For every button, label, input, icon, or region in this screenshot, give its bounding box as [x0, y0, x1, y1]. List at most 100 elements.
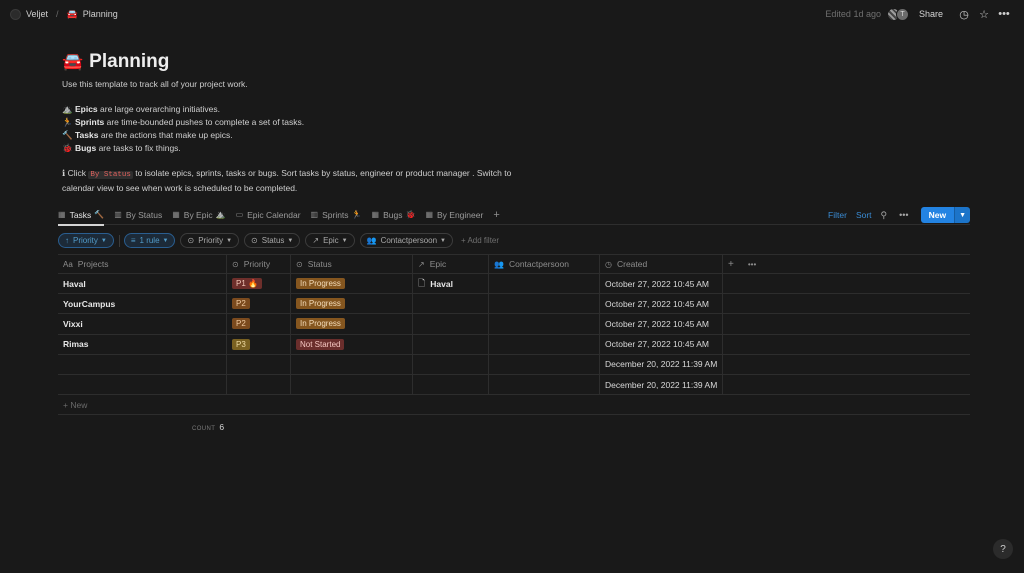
- tab-by-status[interactable]: ▥ By Status: [114, 205, 162, 225]
- status-tag[interactable]: In Progress: [296, 278, 345, 290]
- chevron-down-icon: ▼: [440, 237, 446, 244]
- contact-cell[interactable]: [489, 354, 600, 374]
- search-icon[interactable]: ⚲: [881, 210, 888, 221]
- table-row[interactable]: Vixxi P2 In Progress October 27, 2022 10…: [58, 314, 970, 335]
- filter-chip-contactpersoon[interactable]: 👥 Contactpersoon ▼: [359, 233, 453, 248]
- priority-tag[interactable]: P3: [232, 338, 250, 350]
- epic-link[interactable]: Haval: [430, 279, 453, 289]
- workspace-icon[interactable]: [10, 8, 21, 20]
- breadcrumb-workspace[interactable]: Veljet: [26, 9, 48, 19]
- star-icon[interactable]: ☆: [974, 8, 994, 21]
- tab-by-engineer[interactable]: ▦ By Engineer: [425, 205, 483, 225]
- tab-sprints[interactable]: ▥ Sprints 🏃: [311, 205, 362, 225]
- tab-by-epic[interactable]: ▦ By Epic ⛰️: [172, 205, 225, 225]
- table-row[interactable]: December 20, 2022 11:39 AM: [58, 354, 970, 375]
- filter-chip-status[interactable]: ⊙ Status ▼: [244, 233, 301, 248]
- status-cell[interactable]: [291, 354, 413, 374]
- filter-chip-epic[interactable]: ↗ Epic ▼: [305, 233, 355, 248]
- project-name[interactable]: Vixxi: [63, 319, 83, 329]
- status-tag[interactable]: Not Started: [296, 338, 345, 350]
- contact-cell[interactable]: [489, 294, 600, 314]
- column-header-status[interactable]: ⊙ Status: [291, 255, 413, 273]
- filter-rule-chip[interactable]: ≡ 1 rule ▼: [123, 233, 176, 248]
- tab-epic-calendar[interactable]: ▭ Epic Calendar: [236, 205, 301, 225]
- column-header-epic[interactable]: ↗ Epic: [413, 255, 489, 273]
- epic-cell[interactable]: [413, 294, 489, 314]
- priority-tag[interactable]: P2: [232, 318, 250, 330]
- intro-text: Use this template to track all of your p…: [62, 79, 248, 89]
- board-icon: ▥: [310, 210, 319, 219]
- chevron-down-icon[interactable]: ▼: [954, 207, 970, 223]
- chevron-down-icon: ▼: [341, 237, 348, 244]
- created-date: October 27, 2022 10:45 AM: [605, 339, 709, 350]
- page-emoji-icon: 🚘: [66, 8, 78, 19]
- epic-cell[interactable]: [413, 334, 489, 354]
- priority-cell[interactable]: [227, 354, 291, 374]
- help-button[interactable]: ?: [993, 539, 1013, 559]
- table-row[interactable]: December 20, 2022 11:39 AM: [58, 374, 970, 396]
- desc-bugs: 🐞 Bugs are tasks to fix things.: [62, 142, 181, 153]
- instructions-text: ℹ Click By Status to isolate epics, spri…: [62, 167, 512, 179]
- filter-button[interactable]: Filter: [828, 210, 847, 220]
- sort-chip-priority[interactable]: ↑ Priority ▼: [58, 233, 114, 248]
- page-description: Use this template to track all of your p…: [62, 78, 532, 194]
- tab-tasks[interactable]: ▦ Tasks 🔨: [58, 205, 105, 226]
- select-icon: ⊙: [251, 236, 258, 245]
- project-name[interactable]: Rimas: [63, 339, 89, 349]
- add-filter-button[interactable]: + Add filter: [461, 236, 499, 245]
- priority-tag[interactable]: P1 🔥: [232, 278, 262, 290]
- project-name-cell[interactable]: [58, 374, 227, 395]
- table-row[interactable]: Haval P1 🔥 In Progress 🗋 Haval October 27…: [58, 274, 970, 295]
- new-button[interactable]: New ▼: [920, 207, 970, 223]
- more-icon[interactable]: •••: [994, 8, 1014, 20]
- project-name[interactable]: Haval: [63, 279, 86, 289]
- new-row-button[interactable]: + New: [58, 395, 970, 416]
- epic-cell[interactable]: [413, 314, 489, 334]
- status-cell[interactable]: [291, 374, 413, 395]
- breadcrumb-page[interactable]: Planning: [83, 9, 118, 19]
- relation-icon: ↗: [418, 259, 425, 269]
- sort-button[interactable]: Sort: [856, 210, 872, 220]
- mountain-icon: ⛰️: [62, 104, 73, 115]
- column-header-created[interactable]: ◷ Created: [600, 255, 723, 273]
- table-row[interactable]: Rimas P3 Not Started October 27, 2022 10…: [58, 334, 970, 355]
- contact-cell[interactable]: [489, 314, 600, 334]
- status-tag[interactable]: In Progress: [296, 298, 345, 310]
- table-row[interactable]: YourCampus P2 In Progress October 27, 20…: [58, 294, 970, 315]
- chevron-down-icon: ▼: [162, 237, 169, 244]
- people-icon: 👥: [494, 259, 504, 269]
- new-button-label[interactable]: New: [920, 207, 955, 223]
- column-header-projects[interactable]: Aa Projects: [58, 255, 227, 273]
- priority-cell[interactable]: [227, 374, 291, 395]
- more-icon[interactable]: •••: [899, 210, 908, 220]
- contact-cell[interactable]: [489, 274, 600, 294]
- view-toolbar: Filter Sort ⚲ ••• New ▼: [828, 205, 970, 225]
- priority-tag[interactable]: P2: [232, 298, 250, 310]
- page-title[interactable]: Planning: [89, 51, 169, 73]
- column-header-priority[interactable]: ⊙ Priority: [227, 255, 291, 273]
- project-name-cell[interactable]: [58, 354, 227, 374]
- epic-cell[interactable]: [413, 354, 489, 374]
- avatar[interactable]: T: [895, 7, 909, 21]
- project-name[interactable]: YourCampus: [63, 299, 115, 309]
- relation-icon: ↗: [312, 236, 320, 245]
- page-emoji-icon[interactable]: 🚘: [62, 52, 83, 72]
- add-view-icon[interactable]: +: [493, 209, 499, 221]
- clock-icon[interactable]: ◷: [954, 8, 974, 21]
- more-icon[interactable]: •••: [748, 260, 756, 269]
- created-date: December 20, 2022 11:39 AM: [605, 359, 718, 370]
- share-button[interactable]: Share: [919, 9, 943, 19]
- filter-bar: ↑ Priority ▼ ≡ 1 rule ▼ ⊙ Priority ▼ ⊙ Status ▼ …: [58, 233, 499, 248]
- column-header-contactpersoon[interactable]: 👥 Contactpersoon: [489, 255, 600, 273]
- row-count[interactable]: COUNT 6: [192, 422, 224, 432]
- epic-cell[interactable]: [413, 374, 489, 395]
- tab-bugs[interactable]: ▦ Bugs 🐞: [372, 205, 416, 225]
- status-tag[interactable]: In Progress: [296, 318, 345, 330]
- filter-chip-priority[interactable]: ⊙ Priority ▼: [180, 233, 240, 248]
- hammer-icon: 🔨: [62, 129, 73, 140]
- contact-cell[interactable]: [489, 374, 600, 395]
- avatars[interactable]: T: [886, 7, 909, 21]
- contact-cell[interactable]: [489, 334, 600, 354]
- tasks-table: Aa Projects ⊙ Priority ⊙ Status ↗ Epic 👥 Cont…: [58, 254, 970, 416]
- add-column-icon[interactable]: +: [728, 259, 734, 270]
